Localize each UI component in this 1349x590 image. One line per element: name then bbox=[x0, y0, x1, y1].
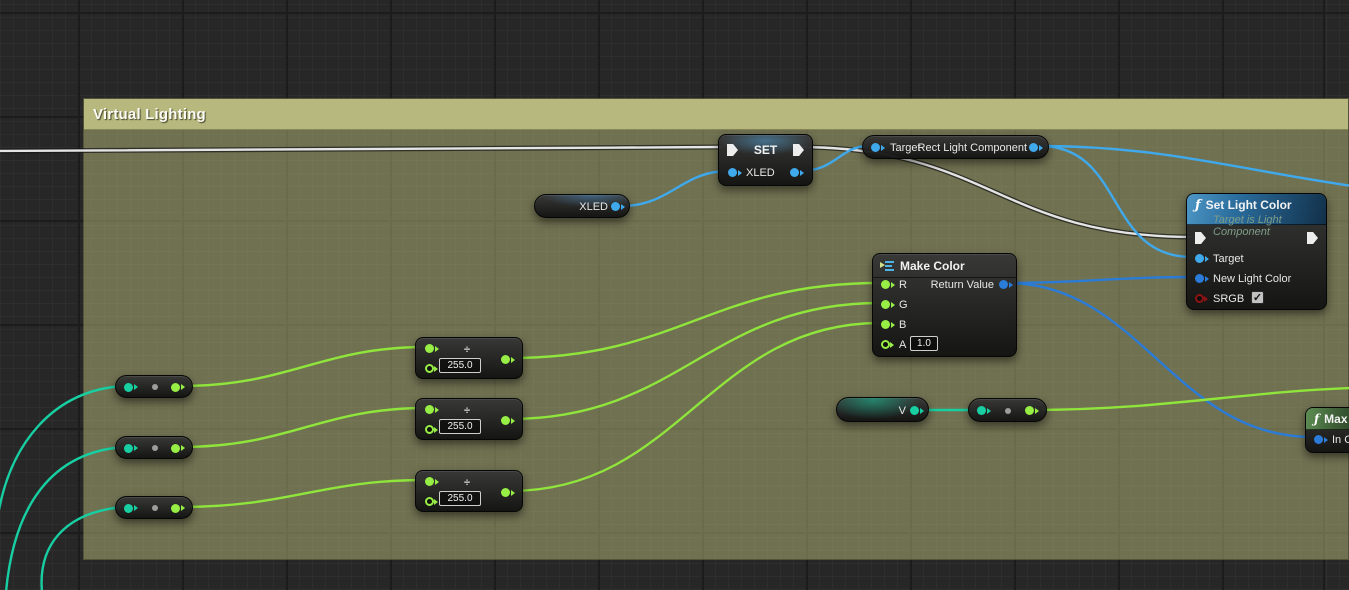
node-max-function[interactable]: ƒ Max ( In Co bbox=[1305, 407, 1349, 453]
wire-conv3-to-div3[interactable] bbox=[181, 480, 426, 507]
target-pin-label: Target bbox=[1213, 253, 1244, 265]
node-title: Set Light Color bbox=[1206, 198, 1292, 212]
node-set-xled[interactable]: SET XLED bbox=[718, 134, 813, 186]
divide-icon: ÷ bbox=[464, 477, 470, 489]
wire-conv2-to-div2[interactable] bbox=[181, 408, 426, 447]
divisor-pin[interactable] bbox=[425, 364, 434, 373]
node-rect-light-component[interactable]: Target Rect Light Component bbox=[862, 135, 1049, 159]
node-make-color[interactable]: Make Color R G B A 1.0 Return Value bbox=[872, 253, 1017, 357]
v-output-pin[interactable] bbox=[910, 406, 919, 415]
new-light-color-pin[interactable] bbox=[1195, 274, 1204, 283]
conv-input-pin[interactable] bbox=[124, 504, 133, 513]
divide-icon: ÷ bbox=[464, 405, 470, 417]
node-byte-to-float-3[interactable] bbox=[115, 496, 193, 519]
node-byte-to-float-v[interactable] bbox=[968, 398, 1047, 422]
conversion-dot-icon bbox=[1005, 408, 1011, 414]
node-title: Max ( bbox=[1324, 412, 1349, 426]
b-pin[interactable] bbox=[881, 320, 890, 329]
rect-light-component-label: Rect Light Component bbox=[918, 142, 1027, 154]
wire-div3-to-b[interactable] bbox=[510, 323, 880, 491]
conversion-dot-icon bbox=[152, 505, 158, 511]
wire-rectlight-to-offscreen[interactable] bbox=[1040, 146, 1349, 186]
divisor-value-field[interactable]: 255.0 bbox=[439, 358, 481, 373]
target-label: Target bbox=[890, 142, 921, 154]
divide-icon: ÷ bbox=[464, 344, 470, 356]
g-pin-label: G bbox=[899, 299, 908, 311]
node-title: Make Color bbox=[900, 259, 965, 273]
wire-offscreen-to-conv2[interactable] bbox=[6, 447, 124, 590]
dividend-pin[interactable] bbox=[425, 344, 434, 353]
divisor-value-field[interactable]: 255.0 bbox=[439, 419, 481, 434]
exec-in-pin[interactable] bbox=[1195, 232, 1206, 244]
result-pin[interactable] bbox=[501, 355, 510, 364]
conv-output-pin[interactable] bbox=[1025, 406, 1034, 415]
result-pin[interactable] bbox=[501, 416, 510, 425]
wire-layer bbox=[0, 0, 1349, 590]
divisor-pin[interactable] bbox=[425, 425, 434, 434]
node-byte-to-float-1[interactable] bbox=[115, 375, 193, 398]
node-header: ƒSet Light Color Target is Light Compone… bbox=[1187, 194, 1326, 225]
node-set-light-color[interactable]: ƒSet Light Color Target is Light Compone… bbox=[1186, 193, 1327, 310]
new-light-color-label: New Light Color bbox=[1213, 273, 1291, 285]
a-value-field[interactable]: 1.0 bbox=[910, 336, 938, 351]
conv-input-pin[interactable] bbox=[124, 444, 133, 453]
r-pin-label: R bbox=[899, 279, 907, 291]
result-pin[interactable] bbox=[501, 488, 510, 497]
conv-output-pin[interactable] bbox=[171, 383, 180, 392]
wire-xled-to-set[interactable] bbox=[622, 171, 728, 206]
target-pin[interactable] bbox=[1195, 254, 1204, 263]
return-value-label: Return Value bbox=[931, 279, 994, 291]
xled-input-pin[interactable] bbox=[728, 168, 737, 177]
dividend-pin[interactable] bbox=[425, 477, 434, 486]
in-color-pin[interactable] bbox=[1314, 435, 1323, 444]
v-getter-label: V bbox=[899, 405, 906, 417]
node-v-getter[interactable]: V bbox=[836, 397, 929, 422]
xled-getter-output-pin[interactable] bbox=[611, 202, 620, 211]
g-pin[interactable] bbox=[881, 300, 890, 309]
wire-rectlight-to-target[interactable] bbox=[1040, 146, 1192, 257]
function-icon: ƒ bbox=[1314, 412, 1319, 426]
divisor-pin[interactable] bbox=[425, 497, 434, 506]
srgb-checkbox-checked[interactable]: ✓ bbox=[1251, 291, 1264, 304]
make-struct-icon bbox=[880, 260, 894, 271]
node-divide-b[interactable]: ÷ 255.0 bbox=[415, 470, 523, 512]
node-header: Make Color bbox=[873, 254, 1016, 278]
wire-exec-set-to-setlightcolor[interactable] bbox=[801, 147, 1193, 237]
function-icon: ƒ bbox=[1195, 198, 1201, 213]
conv-input-pin[interactable] bbox=[124, 383, 133, 392]
srgb-pin[interactable] bbox=[1195, 294, 1204, 303]
return-value-pin[interactable] bbox=[999, 280, 1008, 289]
a-pin-label: A bbox=[899, 339, 906, 351]
srgb-label: SRGB bbox=[1213, 293, 1244, 305]
wire-offscreen-to-conv3[interactable] bbox=[42, 507, 124, 590]
conv-input-pin[interactable] bbox=[977, 406, 986, 415]
in-color-label: In Co bbox=[1332, 434, 1349, 446]
wire-conv1-to-div1[interactable] bbox=[181, 347, 426, 386]
conv-output-pin[interactable] bbox=[171, 504, 180, 513]
node-byte-to-float-2[interactable] bbox=[115, 436, 193, 459]
xled-output-pin[interactable] bbox=[790, 168, 799, 177]
wire-convv-to-offscreen[interactable] bbox=[1032, 388, 1349, 410]
conv-output-pin[interactable] bbox=[171, 444, 180, 453]
r-pin[interactable] bbox=[881, 280, 890, 289]
divisor-value-field[interactable]: 255.0 bbox=[439, 491, 481, 506]
conversion-dot-icon bbox=[152, 384, 158, 390]
wire-div1-to-r[interactable] bbox=[510, 283, 880, 358]
dividend-pin[interactable] bbox=[425, 405, 434, 414]
rect-light-output-pin[interactable] bbox=[1029, 143, 1038, 152]
xled-getter-label: XLED bbox=[579, 201, 608, 213]
xled-input-label: XLED bbox=[746, 167, 775, 179]
conversion-dot-icon bbox=[152, 445, 158, 451]
node-divide-r[interactable]: ÷ 255.0 bbox=[415, 337, 523, 379]
node-header: ƒ Max ( bbox=[1306, 408, 1349, 430]
node-xled-getter[interactable]: XLED bbox=[534, 194, 630, 218]
target-input-pin[interactable] bbox=[871, 143, 880, 152]
blueprint-graph-canvas[interactable]: Virtual Lighting SET bbox=[0, 0, 1349, 590]
a-pin[interactable] bbox=[881, 340, 890, 349]
b-pin-label: B bbox=[899, 319, 906, 331]
wire-makecolor-to-newlightcolor[interactable] bbox=[1007, 277, 1192, 283]
node-divide-g[interactable]: ÷ 255.0 bbox=[415, 398, 523, 440]
